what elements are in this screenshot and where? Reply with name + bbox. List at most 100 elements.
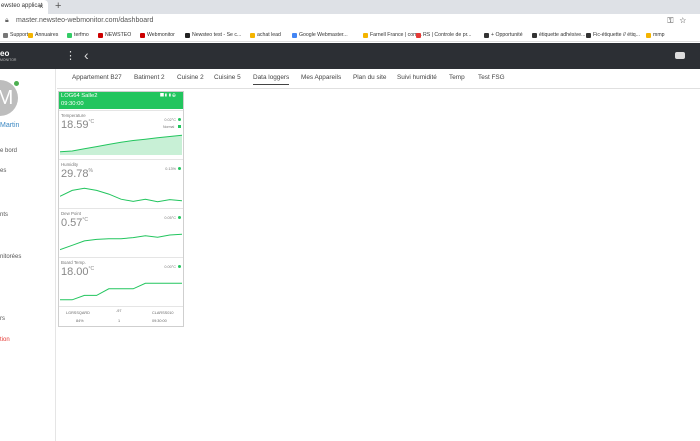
- sensor-label: Temperature: [61, 113, 86, 118]
- bookmark-icon: [67, 32, 72, 38]
- tab-data-loggers[interactable]: Data loggers: [253, 74, 290, 85]
- sensor-trend: 0.13%: [165, 167, 176, 171]
- camera-icon[interactable]: [675, 52, 685, 59]
- bookmark-item[interactable]: Annuaires: [28, 32, 58, 38]
- browser-tab-title: ewsteo applicat: [1, 3, 43, 9]
- bookmark-icon: [185, 32, 190, 38]
- tab-plan-du-site[interactable]: Plan du site: [353, 74, 386, 81]
- bookmarks-bar: Support Annuaires terfmo NEWSTEO Webmonitor N…: [0, 28, 700, 42]
- sensor-status-dot: [178, 216, 181, 219]
- sensor-status-dot: [178, 118, 181, 121]
- sparkline-line: [60, 233, 182, 251]
- tab-batiment-2[interactable]: Batiment 2: [134, 74, 165, 81]
- tab-appartement-b27[interactable]: Appartement B27: [72, 74, 122, 81]
- bookmark-label: achat lead: [257, 32, 281, 38]
- bookmark-item[interactable]: mmp: [646, 32, 665, 38]
- tab-mes-appareils[interactable]: Mes Appareils: [301, 74, 341, 81]
- bookmark-item[interactable]: Newsteo test - Se c...: [185, 32, 241, 38]
- sensor-value: 29.78%: [61, 168, 93, 180]
- bookmark-icon: [250, 32, 255, 38]
- sidebar-item-4[interactable]: nitorées: [0, 254, 21, 260]
- sparkline-area: [60, 135, 182, 155]
- bookmark-item[interactable]: Webmonitor: [140, 32, 175, 38]
- bookmark-label: étiquette adhésive...: [539, 32, 586, 38]
- url-text[interactable]: master.newsteo-webmonitor.com/dashboard: [16, 17, 153, 24]
- sensor-value: 0.57°C: [61, 217, 89, 229]
- menu-kebab-icon[interactable]: ⋮: [65, 49, 76, 62]
- sensor-trend: 0.05°C: [164, 216, 176, 220]
- sparkline-chart: [60, 282, 182, 301]
- tab-test-fsg[interactable]: Test FSG: [478, 74, 505, 81]
- bookmark-icon: [646, 32, 651, 38]
- footer-gateway: LGRSSQARD: [66, 311, 90, 315]
- bookmark-label: Annuaires: [35, 32, 59, 38]
- sparkline-line: [60, 187, 182, 203]
- sensor-value: 18.00°C: [61, 266, 95, 278]
- bookmark-item[interactable]: Support: [3, 32, 28, 38]
- logo-subtitle: MONITOR: [0, 58, 17, 62]
- device-time: 09:30:00: [61, 101, 84, 107]
- footer-rssi: -97: [116, 309, 122, 313]
- battery-signal-icon: ⯀▮▮⊕: [160, 93, 176, 99]
- sensor-label: Dew Point: [61, 211, 82, 216]
- key-icon[interactable]: ⚿☆: [667, 16, 692, 26]
- sidebar-item-2[interactable]: es: [0, 168, 6, 174]
- bookmark-icon: [363, 32, 368, 38]
- device-name: LOG64 Salle2: [61, 93, 98, 99]
- tab-cuisine-5[interactable]: Cuisine 5: [214, 74, 241, 81]
- bookmark-icon: [292, 32, 297, 38]
- sensor-trend: 0.02°C: [164, 118, 176, 122]
- sensor-label: Board Temp.: [61, 260, 86, 265]
- close-tab-icon[interactable]: ×: [39, 2, 44, 11]
- footer-battery: 84%: [76, 319, 84, 323]
- sensor-trend: 0.00°C: [164, 265, 176, 269]
- bookmark-item[interactable]: achat lead: [250, 32, 281, 38]
- user-name[interactable]: Martin: [0, 122, 19, 129]
- bookmark-icon: [532, 32, 537, 38]
- sensor-label: Humidity: [61, 162, 79, 167]
- bookmark-label: Newsteo test - Se c...: [192, 32, 242, 38]
- bookmark-label: mmp: [653, 32, 665, 38]
- bookmark-icon: [416, 32, 421, 38]
- bookmark-label: Webmonitor: [147, 32, 175, 38]
- sidebar-item-5[interactable]: rs: [0, 316, 5, 322]
- status-normal: Normal: [163, 125, 175, 129]
- status-square: [178, 125, 181, 128]
- footer-signal: 1: [118, 319, 121, 323]
- bookmark-item[interactable]: + Opportunité: [484, 32, 523, 38]
- online-status-dot: [14, 81, 19, 86]
- tab-cuisine-2[interactable]: Cuisine 2: [177, 74, 204, 81]
- sensor-value: 18.59°C: [61, 119, 95, 131]
- bookmark-item[interactable]: étiquette adhésive...: [532, 32, 585, 38]
- chevron-left-icon[interactable]: ‹: [84, 47, 89, 63]
- new-tab-icon[interactable]: +: [55, 0, 61, 12]
- logo: eo: [0, 49, 10, 58]
- lock-icon: 🔒︎: [5, 17, 9, 24]
- bookmark-item[interactable]: Google Webmaster...: [292, 32, 348, 38]
- tab-temp[interactable]: Temp: [449, 74, 465, 81]
- bookmark-item[interactable]: NEWSTEO: [98, 32, 131, 38]
- bookmark-label: + Opportunité: [491, 32, 523, 38]
- sensor-status-dot: [178, 167, 181, 170]
- bookmark-item[interactable]: Fic-étiquette // étiq...: [586, 32, 640, 38]
- bookmark-label: terfmo: [74, 32, 89, 38]
- sidebar-item-dashboard[interactable]: e bord: [0, 148, 17, 154]
- sidebar-item-3[interactable]: nts: [0, 212, 8, 218]
- sparkline-chart: [60, 134, 182, 155]
- bookmark-icon: [484, 32, 489, 38]
- footer-check: 09:30:00: [152, 319, 167, 323]
- tab-suivi-humidite[interactable]: Suivi humidité: [397, 74, 437, 81]
- bookmark-label: Farnell France | com...: [370, 32, 422, 38]
- sensor-status-dot: [178, 265, 181, 268]
- sparkline-chart: [60, 187, 182, 203]
- footer-id: CLARSS010: [152, 311, 174, 315]
- app-header: [0, 43, 700, 69]
- bookmark-item[interactable]: terfmo: [67, 32, 89, 38]
- bookmark-item[interactable]: RS | Controle de pr...: [416, 32, 471, 38]
- bookmark-label: Support: [10, 32, 29, 38]
- sidebar-item-logout[interactable]: tion: [0, 337, 10, 343]
- bookmark-label: RS | Controle de pr...: [423, 32, 472, 38]
- bookmark-item[interactable]: Farnell France | com...: [363, 32, 422, 38]
- browser-tab-strip: [0, 0, 700, 14]
- bookmark-icon: [3, 32, 8, 38]
